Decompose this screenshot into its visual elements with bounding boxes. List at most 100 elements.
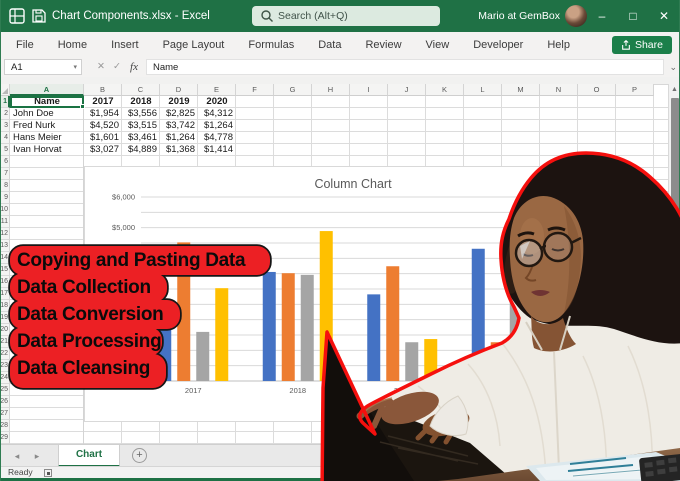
fill-handle[interactable] xyxy=(80,104,85,109)
cell-C4[interactable]: $3,461 xyxy=(122,132,160,144)
sheet-nav-right-icon[interactable]: ▸ xyxy=(28,445,46,467)
services-banner: Copying and Pasting Data Data Collection D… xyxy=(8,243,280,393)
row-header-4[interactable]: 4 xyxy=(0,132,10,144)
banner-line-4: Data Processing xyxy=(17,331,162,352)
select-all-corner[interactable] xyxy=(0,84,10,96)
cell-D3[interactable]: $3,742 xyxy=(160,120,198,132)
ribbon-tab-home[interactable]: Home xyxy=(46,32,99,58)
cell-B2[interactable]: $1,954 xyxy=(84,108,122,120)
row-header-5[interactable]: 5 xyxy=(0,144,10,156)
ribbon-tab-help[interactable]: Help xyxy=(535,32,582,58)
cell-C1[interactable]: 2018 xyxy=(122,96,160,108)
scroll-up-icon[interactable]: ▲ xyxy=(669,84,680,96)
column-header-M[interactable]: M xyxy=(502,84,540,96)
cell-D4[interactable]: $1,264 xyxy=(160,132,198,144)
cell-A5[interactable]: Ivan Horvat xyxy=(10,144,84,156)
cell-B1[interactable]: 2017 xyxy=(84,96,122,108)
account-name[interactable]: Mario at GemBox xyxy=(478,0,560,32)
close-button[interactable]: ✕ xyxy=(650,0,678,32)
sheet-nav-left-icon[interactable]: ◂ xyxy=(8,445,26,467)
cell-B4[interactable]: $1,601 xyxy=(84,132,122,144)
row-header-2[interactable]: 2 xyxy=(0,108,10,120)
column-header-L[interactable]: L xyxy=(464,84,502,96)
ribbon-tab-data[interactable]: Data xyxy=(306,32,353,58)
cell-E1[interactable]: 2020 xyxy=(198,96,236,108)
ribbon-tab-review[interactable]: Review xyxy=(353,32,413,58)
row-header-6[interactable]: 6 xyxy=(0,156,10,168)
insert-function-icon[interactable]: fx xyxy=(127,59,141,75)
ribbon-tab-view[interactable]: View xyxy=(414,32,462,58)
cell-D2[interactable]: $2,825 xyxy=(160,108,198,120)
column-header-B[interactable]: B xyxy=(84,84,122,96)
cell-E4[interactable]: $4,778 xyxy=(198,132,236,144)
row-header-26[interactable]: 26 xyxy=(0,396,10,408)
calculator xyxy=(639,454,680,481)
column-header-D[interactable]: D xyxy=(160,84,198,96)
column-header-O[interactable]: O xyxy=(578,84,616,96)
cell-C5[interactable]: $4,889 xyxy=(122,144,160,156)
column-header-I[interactable]: I xyxy=(350,84,388,96)
formula-bar: A1 ▾ ✕ ✓ fx Name ⌄ xyxy=(0,58,680,78)
formula-input[interactable]: Name xyxy=(146,59,664,75)
cell-E2[interactable]: $4,312 xyxy=(198,108,236,120)
bar-hans-meier-2018[interactable] xyxy=(300,274,314,381)
title-bar: Chart Components.xlsx - Excel Search (Al… xyxy=(0,0,680,32)
save-icon[interactable] xyxy=(30,7,48,25)
cell-D1[interactable]: 2019 xyxy=(160,96,198,108)
banner-line-3: Data Conversion xyxy=(17,304,164,325)
row-header-3[interactable]: 3 xyxy=(0,120,10,132)
name-box-dropdown-icon[interactable]: ▾ xyxy=(73,60,77,76)
row-header-1[interactable]: 1 xyxy=(0,96,10,108)
row-header-12[interactable]: 12 xyxy=(0,228,10,240)
cell-B5[interactable]: $3,027 xyxy=(84,144,122,156)
row-header-29[interactable]: 29 xyxy=(0,432,10,444)
macro-record-icon[interactable] xyxy=(44,469,52,477)
maximize-button[interactable]: □ xyxy=(619,0,647,32)
ribbon-tab-insert[interactable]: Insert xyxy=(99,32,151,58)
cell-A4[interactable]: Hans Meier xyxy=(10,132,84,144)
cell-E3[interactable]: $1,264 xyxy=(198,120,236,132)
sheet-tab-chart[interactable]: Chart xyxy=(58,445,120,467)
row-header-9[interactable]: 9 xyxy=(0,192,10,204)
enter-check-icon[interactable]: ✓ xyxy=(110,59,124,75)
formula-bar-expand-icon[interactable]: ⌄ xyxy=(669,59,677,75)
column-header-J[interactable]: J xyxy=(388,84,426,96)
ribbon-tab-page-layout[interactable]: Page Layout xyxy=(151,32,237,58)
column-header-A[interactable]: A xyxy=(10,84,84,96)
row-header-28[interactable]: 28 xyxy=(0,420,10,432)
column-header-G[interactable]: G xyxy=(274,84,312,96)
cell-A2[interactable]: John Doe xyxy=(10,108,84,120)
status-mode: Ready xyxy=(8,467,33,477)
row-header-11[interactable]: 11 xyxy=(0,216,10,228)
column-header-K[interactable]: K xyxy=(426,84,464,96)
column-header-E[interactable]: E xyxy=(198,84,236,96)
cell-D5[interactable]: $1,368 xyxy=(160,144,198,156)
row-header-7[interactable]: 7 xyxy=(0,168,10,180)
column-header-P[interactable]: P xyxy=(616,84,654,96)
share-icon xyxy=(622,40,630,50)
ribbon-tab-developer[interactable]: Developer xyxy=(461,32,535,58)
minimize-button[interactable]: – xyxy=(588,0,616,32)
share-button[interactable]: Share xyxy=(611,36,672,54)
ribbon-tab-file[interactable]: File xyxy=(4,32,46,58)
add-sheet-button[interactable]: + xyxy=(132,448,147,463)
cell-C2[interactable]: $3,556 xyxy=(122,108,160,120)
cell-B3[interactable]: $4,520 xyxy=(84,120,122,132)
avatar[interactable] xyxy=(565,5,587,27)
column-header-H[interactable]: H xyxy=(312,84,350,96)
column-header-F[interactable]: F xyxy=(236,84,274,96)
ribbon-tab-formulas[interactable]: Formulas xyxy=(236,32,306,58)
cell-C3[interactable]: $3,515 xyxy=(122,120,160,132)
column-header-C[interactable]: C xyxy=(122,84,160,96)
row-header-27[interactable]: 27 xyxy=(0,408,10,420)
column-header-N[interactable]: N xyxy=(540,84,578,96)
name-box[interactable]: A1 ▾ xyxy=(4,59,82,75)
row-header-10[interactable]: 10 xyxy=(0,204,10,216)
chart-ytick-label: $6,000 xyxy=(112,193,135,202)
row-header-8[interactable]: 8 xyxy=(0,180,10,192)
search-input[interactable]: Search (Alt+Q) xyxy=(252,6,440,26)
cell-E5[interactable]: $1,414 xyxy=(198,144,236,156)
cancel-icon[interactable]: ✕ xyxy=(94,59,108,75)
bar-fred-nurk-2018[interactable] xyxy=(281,273,295,381)
cell-A3[interactable]: Fred Nurk xyxy=(10,120,84,132)
